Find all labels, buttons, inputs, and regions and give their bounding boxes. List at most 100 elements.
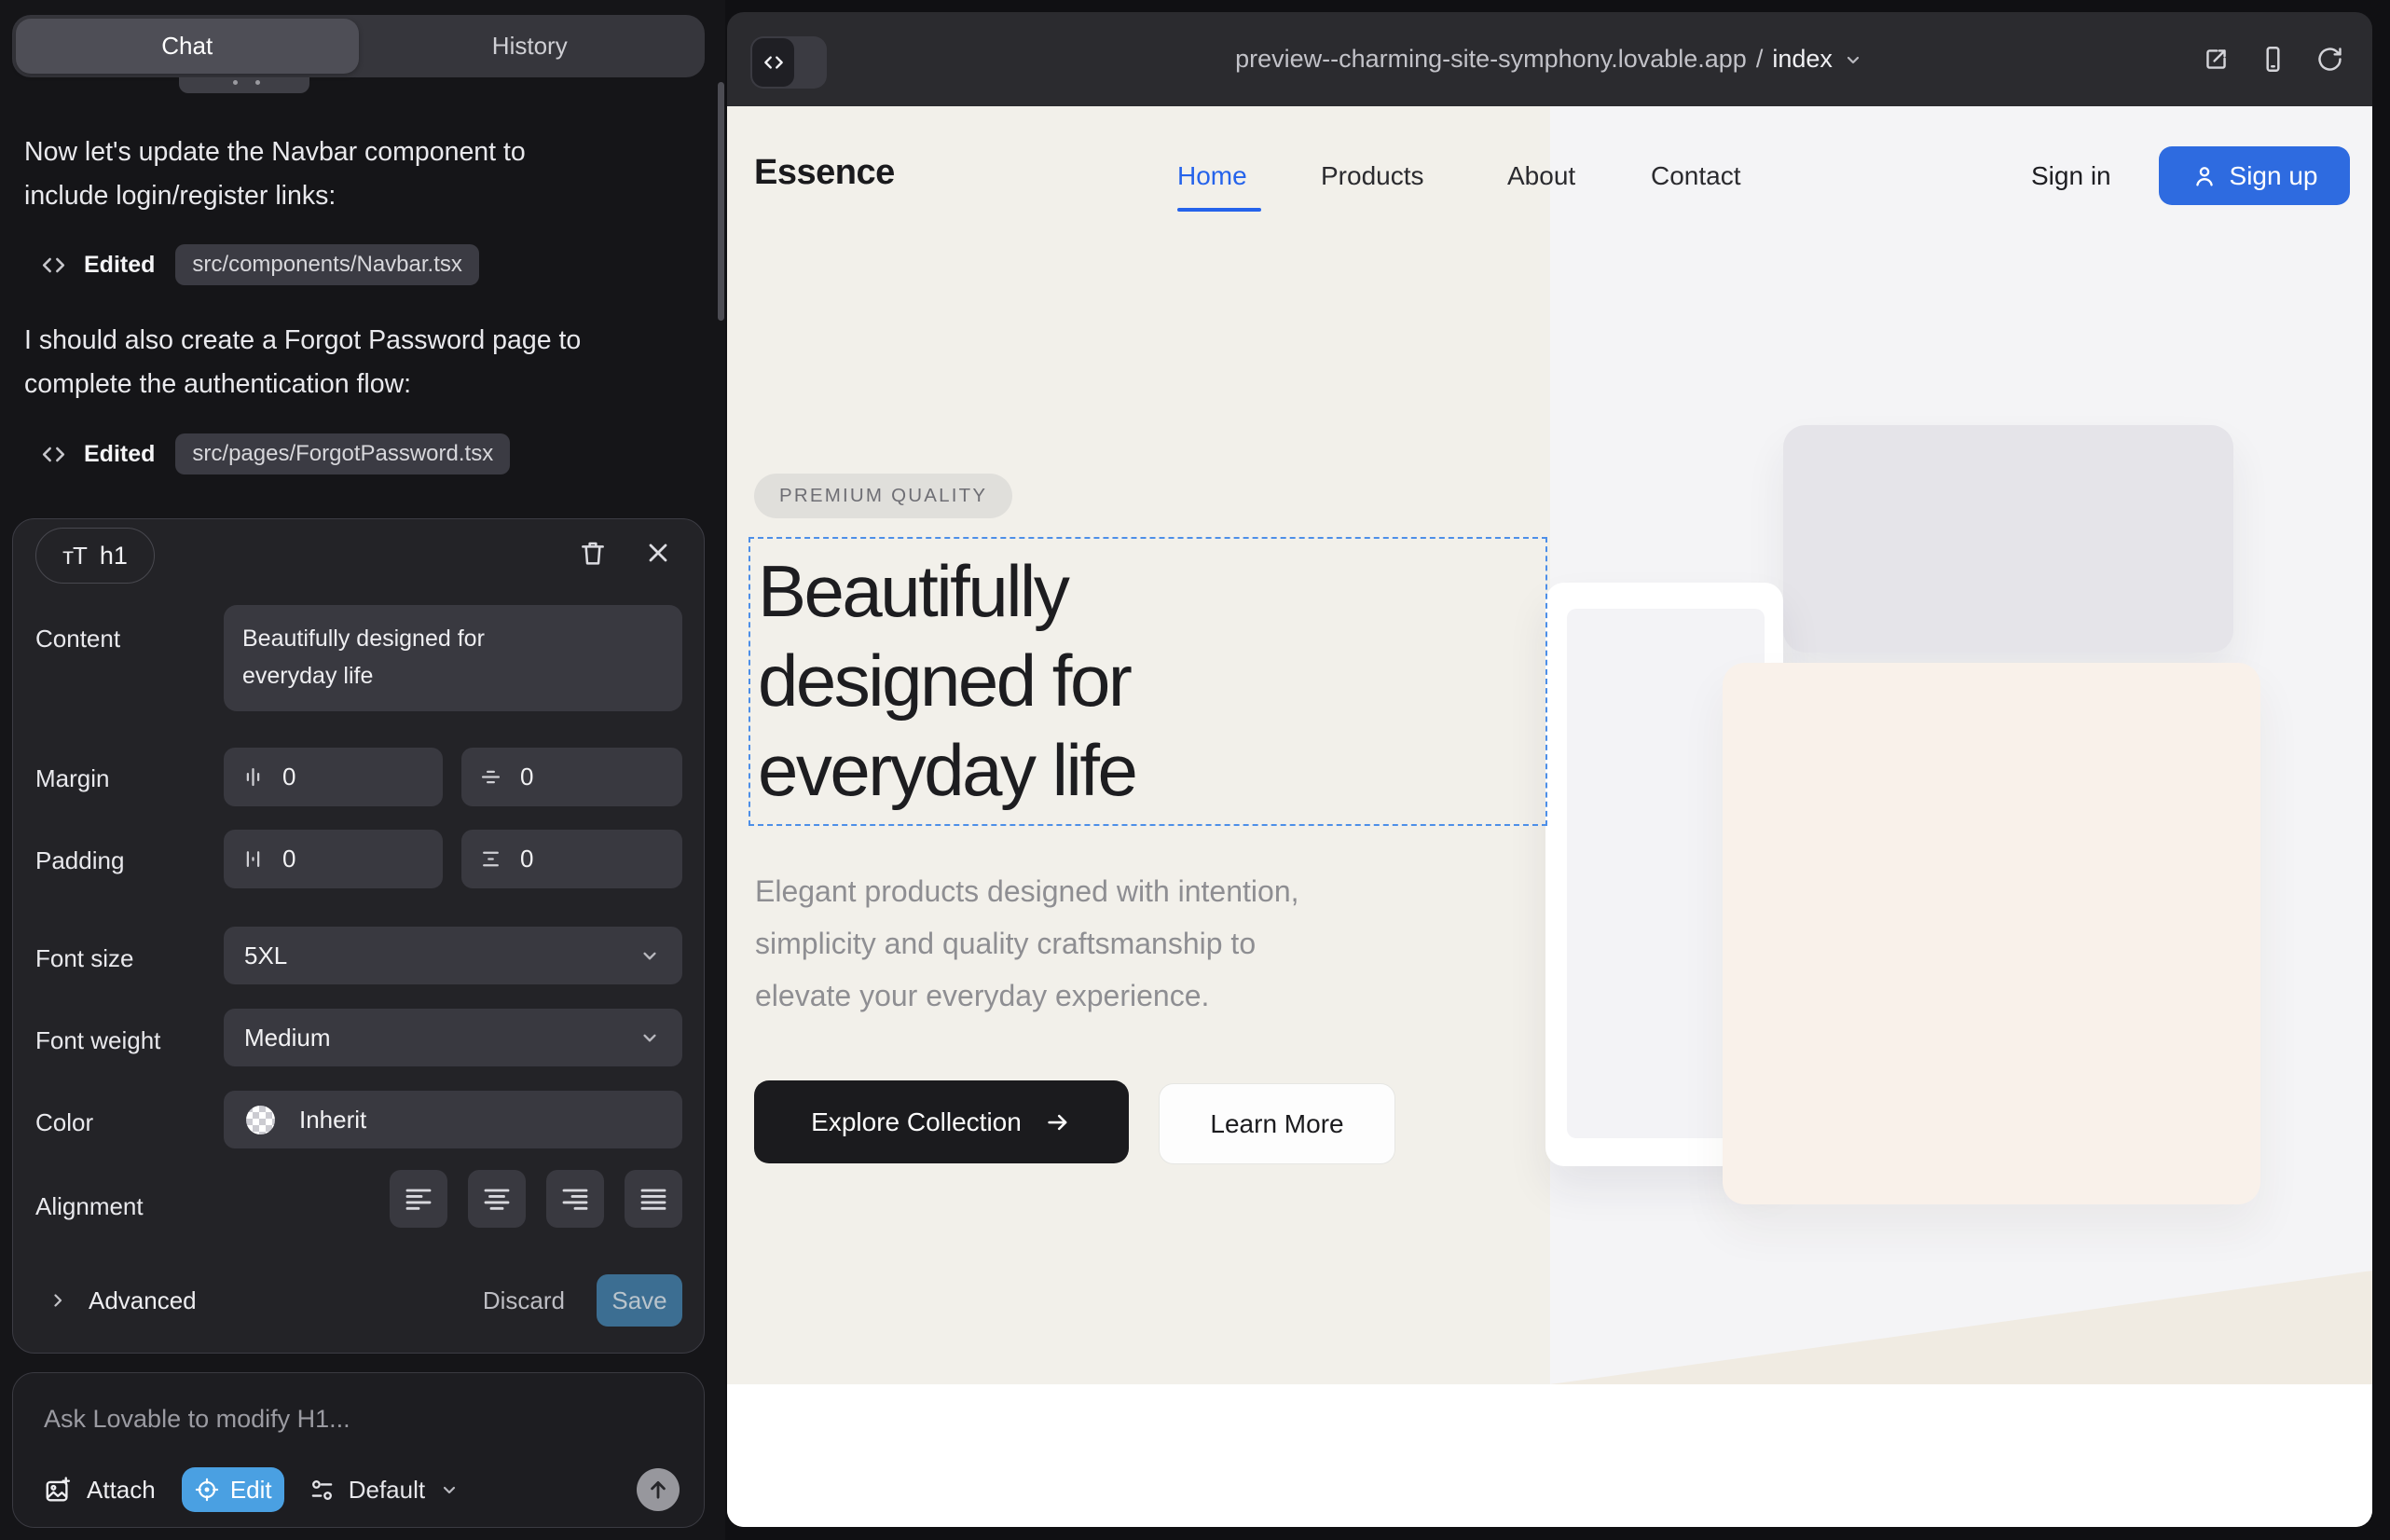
content-textarea[interactable]: Beautifully designed for everyday life (224, 605, 682, 711)
transparent-swatch-icon (246, 1106, 275, 1134)
alignment-label: Alignment (35, 1192, 144, 1221)
font-size-select[interactable]: 5XL (224, 927, 682, 984)
sign-in-link[interactable]: Sign in (2031, 161, 2111, 191)
code-icon (39, 251, 68, 280)
nav-link-contact[interactable]: Contact (1651, 161, 1741, 191)
url-host: preview--charming-site-symphony.lovable.… (1235, 45, 1747, 74)
close-panel-icon[interactable] (643, 538, 673, 568)
padding-y-icon (478, 846, 503, 872)
mode-selector[interactable]: Default (309, 1476, 460, 1505)
explore-collection-button[interactable]: Explore Collection (754, 1080, 1129, 1163)
sign-up-label: Sign up (2230, 161, 2318, 191)
file-chip-navbar[interactable]: src/components/Navbar.tsx (175, 244, 478, 285)
padding-x-input[interactable]: 0 (224, 830, 443, 888)
margin-y-input[interactable]: 0 (461, 748, 682, 806)
font-size-label: Font size (35, 944, 134, 973)
nav-link-products[interactable]: Products (1321, 161, 1424, 191)
hero-paragraph: Elegant products designed with intention… (755, 865, 1299, 1022)
color-picker-field[interactable]: Inherit (224, 1091, 682, 1148)
padding-x-icon (240, 846, 266, 872)
padding-label: Padding (35, 846, 124, 875)
font-size-value: 5XL (244, 942, 287, 970)
edited-label: Edited (84, 441, 155, 468)
refresh-icon[interactable] (2315, 45, 2344, 74)
mobile-view-icon[interactable] (2259, 45, 2287, 74)
url-breadcrumb[interactable]: preview--charming-site-symphony.lovable.… (1235, 45, 1864, 74)
edited-file-row: Edited src/components/Navbar.tsx (39, 244, 479, 285)
chevron-down-icon (638, 943, 662, 968)
nav-home-active-underline (1177, 208, 1261, 212)
send-button[interactable] (637, 1468, 680, 1511)
preview-header: preview--charming-site-symphony.lovable.… (727, 12, 2372, 106)
chat-input-toolbar: Attach Edit Default (13, 1466, 706, 1513)
arrow-up-icon (645, 1477, 671, 1503)
arrow-right-icon (1044, 1108, 1072, 1136)
align-justify-button[interactable] (625, 1170, 682, 1228)
font-weight-select[interactable]: Medium (224, 1009, 682, 1066)
advanced-label: Advanced (89, 1286, 197, 1315)
url-separator: / (1756, 45, 1764, 74)
margin-x-value: 0 (282, 763, 295, 791)
edited-label: Edited (84, 252, 155, 279)
tab-history[interactable]: History (359, 19, 702, 74)
nav-link-about[interactable]: About (1507, 161, 1575, 191)
margin-label: Margin (35, 764, 109, 793)
decor-card-cream (1723, 663, 2260, 1204)
decor-card-gray (1783, 425, 2233, 653)
preview-actions (2202, 12, 2344, 106)
chevron-down-icon (1842, 48, 1864, 71)
chevron-down-icon (438, 1478, 460, 1501)
tab-history-label: History (492, 32, 568, 61)
settings-sliders-icon (309, 1477, 336, 1504)
hero-heading[interactable]: Beautifully designed for everyday life (758, 546, 1135, 815)
file-chip-forgot-password[interactable]: src/pages/ForgotPassword.tsx (175, 433, 510, 474)
sidebar-scrollbar[interactable] (718, 82, 724, 321)
edited-file-row: Edited src/pages/ForgotPassword.tsx (39, 433, 510, 474)
align-right-button[interactable] (546, 1170, 604, 1228)
delete-element-button[interactable] (578, 538, 608, 568)
align-center-button[interactable] (468, 1170, 526, 1228)
learn-more-button[interactable]: Learn More (1159, 1083, 1395, 1164)
chevron-right-icon (47, 1289, 69, 1312)
preview-window: preview--charming-site-symphony.lovable.… (727, 12, 2372, 1527)
chat-history-tabbar: Chat History (12, 15, 705, 77)
margin-x-input[interactable]: 0 (224, 748, 443, 806)
tab-chat[interactable]: Chat (16, 19, 359, 74)
selected-tag: h1 (100, 542, 128, 571)
edit-mode-button[interactable]: Edit (182, 1467, 284, 1512)
site-diagonal-decoration (1550, 1271, 2372, 1384)
chevron-down-icon (638, 1025, 662, 1050)
chat-message: Now let's update the Navbar component to… (24, 131, 695, 218)
font-weight-label: Font weight (35, 1026, 160, 1055)
align-left-button[interactable] (390, 1170, 447, 1228)
mode-label: Default (349, 1476, 425, 1505)
code-icon (39, 440, 68, 469)
type-icon: тT (62, 542, 87, 571)
color-value: Inherit (299, 1106, 366, 1134)
site-logo[interactable]: Essence (754, 153, 895, 193)
chat-input-placeholder: Ask Lovable to modify H1... (44, 1405, 350, 1434)
sidebar: Chat History Now let's update the Navbar… (0, 0, 725, 1540)
color-label: Color (35, 1108, 93, 1137)
discard-button[interactable]: Discard (483, 1286, 565, 1315)
attach-label: Attach (87, 1476, 156, 1505)
user-icon (2191, 163, 2218, 189)
chat-message: I should also create a Forgot Password p… (24, 319, 695, 406)
nav-link-home[interactable]: Home (1177, 161, 1247, 191)
open-external-icon[interactable] (2202, 45, 2231, 74)
content-label: Content (35, 625, 120, 653)
image-plus-icon (44, 1476, 72, 1504)
sign-up-button[interactable]: Sign up (2159, 146, 2350, 205)
explore-collection-label: Explore Collection (811, 1107, 1022, 1137)
alignment-button-group (224, 1170, 682, 1228)
padding-y-input[interactable]: 0 (461, 830, 682, 888)
save-button[interactable]: Save (597, 1274, 682, 1327)
selected-element-badge: тT h1 (35, 528, 155, 584)
attach-button[interactable]: Attach (44, 1476, 156, 1505)
advanced-toggle[interactable]: Advanced (47, 1286, 197, 1315)
chat-input-box[interactable]: Ask Lovable to modify H1... Attach Edit … (12, 1372, 705, 1528)
code-preview-toggle[interactable] (750, 36, 827, 89)
margin-x-icon (240, 764, 266, 790)
hero-badge: PREMIUM QUALITY (754, 474, 1012, 518)
margin-y-value: 0 (520, 763, 533, 791)
